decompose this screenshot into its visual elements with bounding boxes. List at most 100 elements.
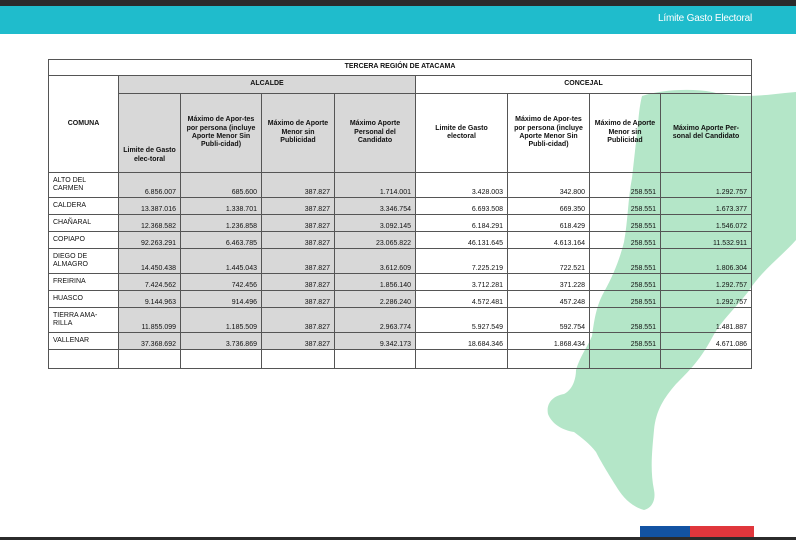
table-row: FREIRINA 7.424.562 742.456 387.827 1.856… <box>48 273 753 291</box>
value-cell: 1.338.701 <box>180 197 262 215</box>
value-cell: 3.092.145 <box>334 214 416 232</box>
comuna-cell: TIERRA AMA-RILLA <box>48 307 119 333</box>
comuna-header: COMUNA <box>48 75 119 173</box>
concejal-group-header: CONCEJAL <box>414 75 753 94</box>
value-cell: 7.225.219 <box>415 248 508 274</box>
atacama-electoral-limits-table: TERCERA REGIÓN DE ATACAMA COMUNA ALCALDE… <box>47 59 753 369</box>
value-cell: 1.806.304 <box>659 248 753 274</box>
value-cell: 12.368.582 <box>118 214 181 232</box>
value-cell: 46.131.645 <box>415 231 508 249</box>
value-cell: 11.855.099 <box>118 307 181 333</box>
comuna-cell: COPIAPO <box>48 231 119 249</box>
value-cell: 1.445.043 <box>180 248 262 274</box>
table-row: ALTO DEL CARMEN 6.856.007 685.600 387.82… <box>48 172 753 198</box>
value-cell: 258.551 <box>589 332 661 350</box>
value-cell: 685.600 <box>180 172 262 198</box>
value-cell: 387.827 <box>261 214 335 232</box>
value-cell: 3.736.869 <box>180 332 262 350</box>
value-cell: 13.387.016 <box>118 197 181 215</box>
table-row: CALDERA 13.387.016 1.338.701 387.827 3.3… <box>48 197 753 215</box>
comuna-cell: FREIRINA <box>48 273 119 291</box>
column-header: Máximo de Aporte Menor sin Publicidad <box>261 93 335 173</box>
column-header: Máximo de Apor-tes por persona (incluye … <box>180 93 262 173</box>
value-cell: 387.827 <box>261 231 335 249</box>
comuna-cell: CALDERA <box>48 197 119 215</box>
value-cell: 258.551 <box>589 273 661 291</box>
comuna-cell: HUASCO <box>48 290 119 308</box>
empty-cell <box>589 349 661 369</box>
value-cell: 618.429 <box>507 214 590 232</box>
column-header: Limite de Gasto electoral <box>415 93 508 173</box>
value-cell: 6.463.785 <box>180 231 262 249</box>
empty-row <box>48 349 753 369</box>
value-cell: 37.368.692 <box>118 332 181 350</box>
value-cell: 6.184.291 <box>415 214 508 232</box>
value-cell: 9.144.963 <box>118 290 181 308</box>
value-cell: 742.456 <box>180 273 262 291</box>
value-cell: 9.342.173 <box>334 332 416 350</box>
value-cell: 592.754 <box>507 307 590 333</box>
empty-cell <box>415 349 508 369</box>
empty-cell <box>334 349 416 369</box>
value-cell: 92.263.291 <box>118 231 181 249</box>
value-cell: 4.613.164 <box>507 231 590 249</box>
value-cell: 722.521 <box>507 248 590 274</box>
comuna-cell: CHAÑARAL <box>48 214 119 232</box>
value-cell: 387.827 <box>261 290 335 308</box>
value-cell: 14.450.438 <box>118 248 181 274</box>
value-cell: 4.671.086 <box>659 332 753 350</box>
value-cell: 1.292.757 <box>659 273 753 291</box>
comuna-cell: DIEGO DE ALMAGRO <box>48 248 119 274</box>
value-cell: 2.286.240 <box>334 290 416 308</box>
value-cell: 1.292.757 <box>659 290 753 308</box>
empty-cell <box>180 349 262 369</box>
column-header: Máximo Aporte Per-sonal del Candidato <box>659 93 753 173</box>
value-cell: 258.551 <box>589 307 661 333</box>
value-cell: 2.963.774 <box>334 307 416 333</box>
value-cell: 1.714.001 <box>334 172 416 198</box>
value-cell: 387.827 <box>261 332 335 350</box>
value-cell: 258.551 <box>589 214 661 232</box>
column-header: Limite de Gasto elec-toral <box>118 93 181 173</box>
value-cell: 3.712.281 <box>415 273 508 291</box>
value-cell: 1.856.140 <box>334 273 416 291</box>
value-cell: 371.228 <box>507 273 590 291</box>
empty-cell <box>659 349 753 369</box>
column-header: Máximo de Aporte Menor sin Publicidad <box>589 93 661 173</box>
value-cell: 1.236.858 <box>180 214 262 232</box>
value-cell: 1.868.434 <box>507 332 590 350</box>
value-cell: 387.827 <box>261 307 335 333</box>
empty-cell <box>507 349 590 369</box>
table-row: COPIAPO 92.263.291 6.463.785 387.827 23.… <box>48 231 753 249</box>
flag-stripe-blue <box>640 526 690 537</box>
value-cell: 6.693.508 <box>415 197 508 215</box>
value-cell: 258.551 <box>589 197 661 215</box>
value-cell: 387.827 <box>261 248 335 274</box>
value-cell: 18.684.346 <box>415 332 508 350</box>
value-cell: 387.827 <box>261 172 335 198</box>
value-cell: 6.856.007 <box>118 172 181 198</box>
empty-cell <box>48 349 119 369</box>
empty-cell <box>261 349 335 369</box>
value-cell: 258.551 <box>589 231 661 249</box>
table-row: HUASCO 9.144.963 914.496 387.827 2.286.2… <box>48 290 753 308</box>
value-cell: 1.673.377 <box>659 197 753 215</box>
table-title: TERCERA REGIÓN DE ATACAMA <box>47 59 753 76</box>
value-cell: 342.800 <box>507 172 590 198</box>
value-cell: 457.248 <box>507 290 590 308</box>
flag-stripe-red <box>690 526 754 537</box>
comuna-cell: VALLENAR <box>48 332 119 350</box>
value-cell: 1.481.887 <box>659 307 753 333</box>
value-cell: 5.927.549 <box>415 307 508 333</box>
value-cell: 387.827 <box>261 197 335 215</box>
value-cell: 4.572.481 <box>415 290 508 308</box>
table-row: TIERRA AMA-RILLA 11.855.099 1.185.509 38… <box>48 307 753 333</box>
value-cell: 3.428.003 <box>415 172 508 198</box>
value-cell: 914.496 <box>180 290 262 308</box>
table-row: DIEGO DE ALMAGRO 14.450.438 1.445.043 38… <box>48 248 753 274</box>
value-cell: 258.551 <box>589 290 661 308</box>
table-row: CHAÑARAL 12.368.582 1.236.858 387.827 3.… <box>48 214 753 232</box>
value-cell: 7.424.562 <box>118 273 181 291</box>
comuna-cell: ALTO DEL CARMEN <box>48 172 119 198</box>
alcalde-group-header: ALCALDE <box>118 75 416 94</box>
